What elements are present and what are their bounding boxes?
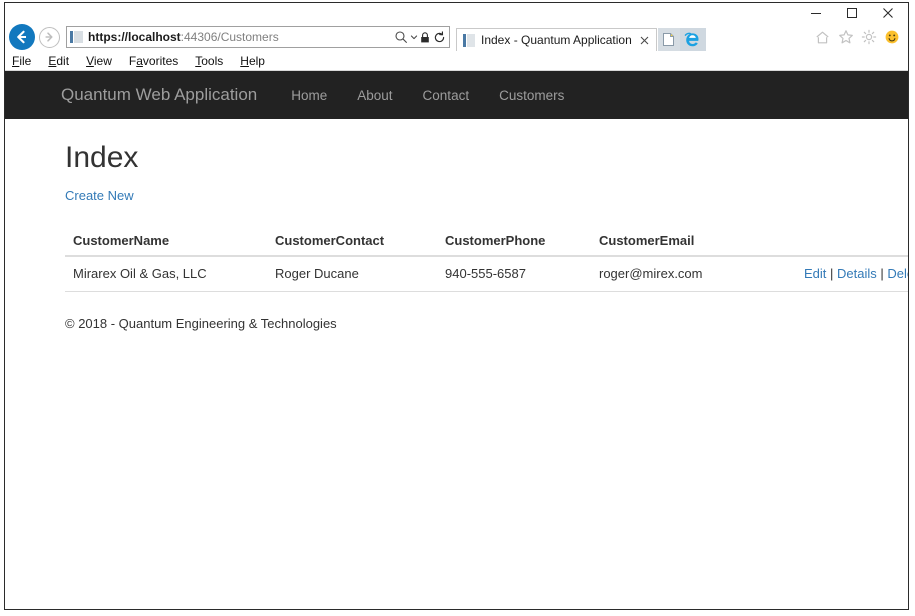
address-bar-icons (393, 28, 447, 46)
column-header-actions (767, 227, 908, 257)
customers-table: CustomerName CustomerContact CustomerPho… (65, 227, 908, 292)
column-header-customeremail: CustomerEmail (591, 227, 767, 257)
tab-strip: Index - Quantum Application (456, 23, 811, 51)
new-tab-button[interactable] (657, 28, 680, 51)
forward-button[interactable] (39, 26, 60, 48)
home-icon[interactable] (811, 26, 834, 48)
table-row: Mirarex Oil & Gas, LLC Roger Ducane 940-… (65, 256, 908, 292)
cell-customeremail: roger@mirex.com (591, 256, 767, 292)
address-url: https://localhost:44306/Customers (88, 30, 393, 44)
refresh-icon[interactable] (432, 28, 447, 46)
nav-link-customers[interactable]: Customers (499, 88, 564, 103)
action-separator-1: | (830, 266, 834, 281)
lock-icon[interactable] (418, 28, 432, 46)
menu-bar: File Edit View Favorites Tools Help (5, 51, 908, 71)
arrow-left-icon (17, 30, 26, 44)
arrow-right-icon (45, 32, 53, 42)
site-brand[interactable]: Quantum Web Application (61, 85, 257, 105)
chevron-down-icon[interactable] (409, 28, 418, 46)
browser-window: https://localhost:44306/Customers Index … (4, 2, 909, 610)
delete-link[interactable]: Delete (887, 266, 908, 281)
column-header-customerphone: CustomerPhone (437, 227, 591, 257)
table-header-row: CustomerName CustomerContact CustomerPho… (65, 227, 908, 257)
page-favicon-icon (70, 30, 84, 44)
nav-link-home[interactable]: Home (291, 88, 327, 103)
maximize-icon (847, 8, 857, 18)
address-url-host: https://localhost (88, 30, 181, 44)
browser-tab[interactable]: Index - Quantum Application (456, 28, 657, 51)
details-link[interactable]: Details (837, 266, 877, 281)
cell-customerphone: 940-555-6587 (437, 256, 591, 292)
minimize-button[interactable] (798, 3, 834, 23)
close-button[interactable] (870, 3, 906, 23)
address-bar[interactable]: https://localhost:44306/Customers (66, 26, 450, 48)
tab-close-icon[interactable] (639, 34, 651, 46)
page-footer: © 2018 - Quantum Engineering & Technolog… (65, 316, 337, 331)
minimize-icon (811, 13, 821, 14)
edit-link[interactable]: Edit (804, 266, 826, 281)
ie-logo-button[interactable] (679, 28, 706, 51)
back-button[interactable] (9, 24, 35, 50)
column-header-customercontact: CustomerContact (267, 227, 437, 257)
action-separator-2: | (880, 266, 884, 281)
browser-toolbar-right (811, 26, 906, 48)
cell-customercontact: Roger Ducane (267, 256, 437, 292)
menu-item-edit[interactable]: Edit (48, 54, 69, 68)
cell-row-actions: Edit | Details | Delete (767, 256, 908, 292)
smiley-feedback-icon[interactable] (880, 26, 903, 48)
tab-favicon-icon (463, 33, 476, 47)
menu-item-help[interactable]: Help (240, 54, 265, 68)
maximize-button[interactable] (834, 3, 870, 23)
nav-link-contact[interactable]: Contact (423, 88, 470, 103)
address-url-path: :44306/Customers (180, 30, 279, 44)
gear-icon[interactable] (857, 26, 880, 48)
table-body: Mirarex Oil & Gas, LLC Roger Ducane 940-… (65, 256, 908, 292)
close-icon (883, 8, 893, 18)
menu-item-favorites[interactable]: Favorites (129, 54, 178, 68)
site-navbar: Quantum Web Application Home About Conta… (5, 71, 908, 119)
column-header-customername: CustomerName (65, 227, 267, 257)
browser-toolbar: https://localhost:44306/Customers Index … (5, 23, 908, 51)
new-tab-page-icon (662, 33, 674, 46)
title-bar (5, 3, 908, 23)
site-nav-links: Home About Contact Customers (291, 88, 594, 103)
window-controls (798, 3, 906, 23)
menu-item-tools[interactable]: Tools (195, 54, 223, 68)
page-title: Index (65, 141, 139, 174)
nav-link-about[interactable]: About (357, 88, 392, 103)
table-head: CustomerName CustomerContact CustomerPho… (65, 227, 908, 257)
menu-item-file[interactable]: File (12, 54, 31, 68)
tab-title: Index - Quantum Application (481, 33, 632, 47)
menu-item-view[interactable]: View (86, 54, 112, 68)
internet-explorer-icon (684, 32, 699, 47)
favorites-star-icon[interactable] (834, 26, 857, 48)
cell-customername: Mirarex Oil & Gas, LLC (65, 256, 267, 292)
search-icon[interactable] (393, 28, 409, 46)
create-new-link[interactable]: Create New (65, 188, 134, 204)
page-viewport: Quantum Web Application Home About Conta… (5, 71, 908, 609)
page-content: Index Create New CustomerName CustomerCo… (5, 141, 908, 332)
